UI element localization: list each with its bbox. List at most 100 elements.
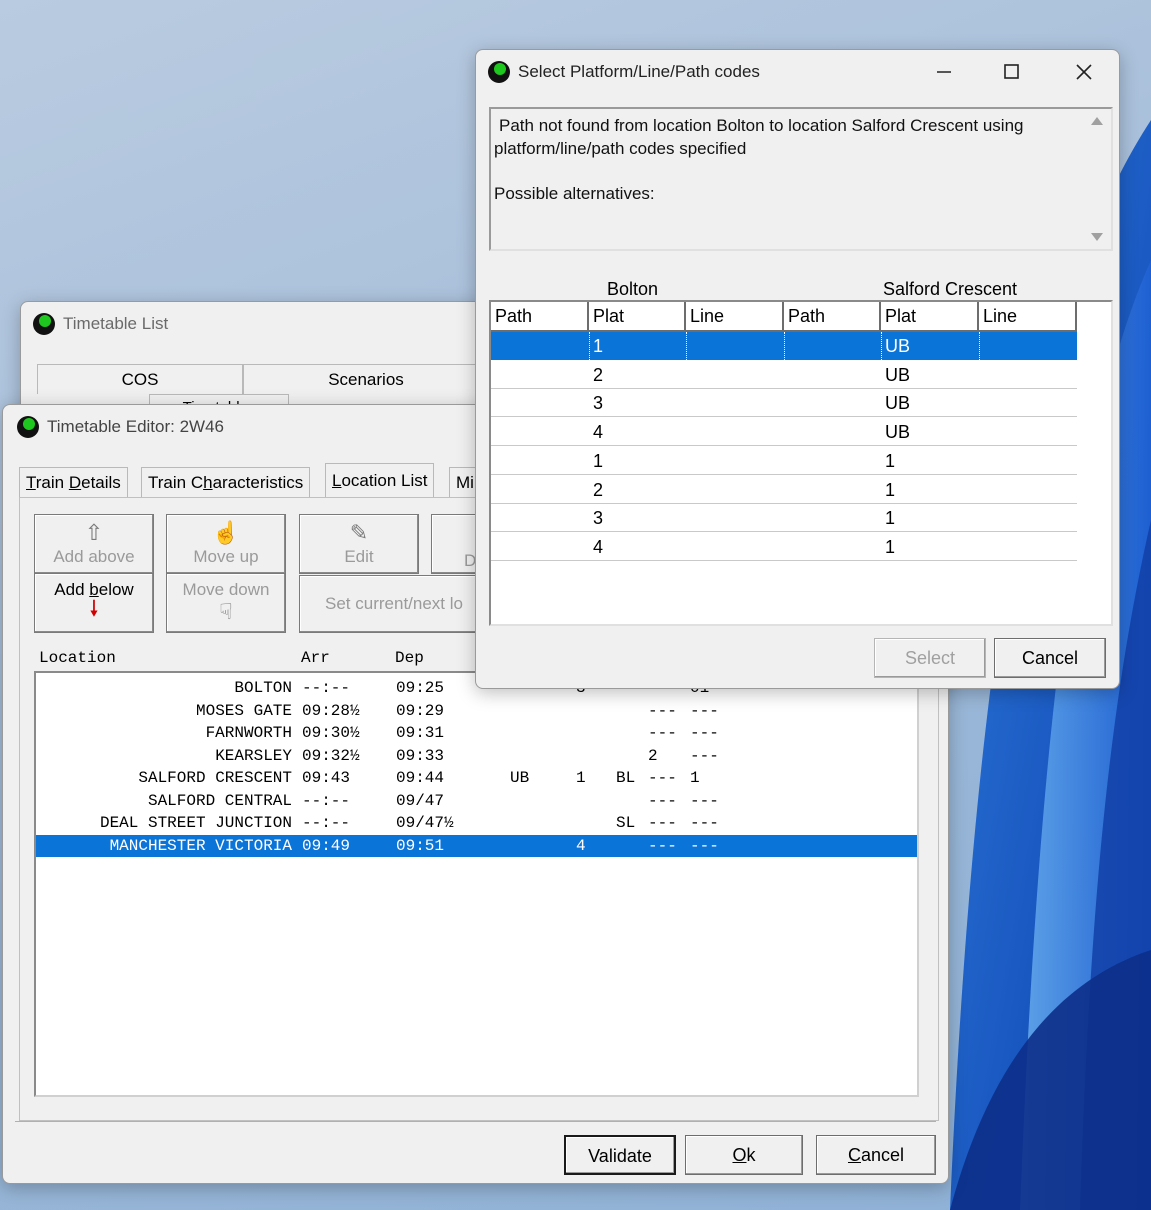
header-arr: Arr [301, 649, 330, 667]
footer-divider [15, 1121, 936, 1122]
alternative-row[interactable]: 11 [491, 447, 1077, 475]
group-header-salford-crescent: Salford Crescent [883, 279, 1018, 299]
location-cell-c3: --- [690, 724, 719, 742]
alternative-cell-rplat: 1 [885, 479, 896, 500]
tab-train-characteristics[interactable]: Train Characteristics [141, 467, 311, 497]
minimize-button[interactable] [914, 50, 974, 94]
location-row[interactable]: DEAL STREET JUNCTION --:-- 09/47½ SL --- --- [36, 812, 917, 834]
tab-scenarios[interactable]: Scenarios [243, 364, 489, 394]
maximize-button[interactable] [982, 50, 1042, 94]
location-cell-arr: 09:43 [302, 769, 351, 787]
location-cell-c3: --- [690, 791, 719, 810]
cancel-button[interactable]: Cancel [994, 638, 1106, 678]
col-header-path[interactable]: Path [491, 302, 589, 330]
location-cell-arr: 09:32½ [302, 746, 360, 765]
selected-cell-divider [589, 332, 590, 360]
location-row[interactable]: MOSES GATE 09:28½ 09:29 --- --- [36, 700, 917, 722]
location-cell-dep: 09:29 [396, 701, 445, 720]
ok-button[interactable]: Ok [685, 1135, 803, 1175]
up-arrow-icon: ⇧ [84, 520, 104, 545]
location-cell-arr: 09:30½ [302, 724, 360, 742]
alternative-row[interactable]: 41 [491, 533, 1077, 561]
alternative-cell-rplat: UB [885, 336, 911, 356]
location-cell-loc: FARNWORTH [205, 724, 292, 742]
location-cell-c2: --- [648, 701, 677, 720]
edit-button[interactable]: ✎ Edit [299, 514, 419, 574]
location-cell-c2: --- [648, 791, 677, 810]
location-cell-dep: 09:51 [396, 836, 445, 855]
location-cell-c2: --- [648, 836, 677, 855]
location-cell-dep: 09:44 [396, 769, 445, 787]
alternatives-grid[interactable]: Path Plat Line Path Plat Line 1 UB 2 UB 3 UB 4… [489, 300, 1113, 626]
col-header-plat[interactable]: Plat [589, 302, 686, 330]
alternative-row[interactable]: 4 UB [491, 418, 1077, 447]
scroll-up-icon[interactable] [1091, 117, 1103, 125]
alternative-cell-rplat: UB [885, 393, 911, 414]
maximize-icon [1004, 64, 1019, 79]
location-cell-c2: --- [648, 769, 677, 787]
location-cell-loc: MANCHESTER VICTORIA [109, 836, 292, 855]
cancel-button[interactable]: Cancel [816, 1135, 936, 1175]
alternative-row[interactable]: 3 UB [491, 389, 1077, 418]
alternative-row[interactable]: 2 UB [491, 361, 1077, 389]
location-cell-c2: 2 [648, 746, 658, 765]
location-cell-dep: 09/47 [396, 791, 445, 810]
col-header-line[interactable]: Line [686, 302, 784, 330]
location-cell-loc: SALFORD CENTRAL [147, 791, 292, 810]
alternative-cell-lplat: 2 [593, 364, 604, 385]
location-row[interactable]: SALFORD CENTRAL --:-- 09/47 --- --- [36, 790, 917, 812]
location-cell-dep: 09:33 [396, 746, 445, 765]
alternative-cell-lplat: 3 [593, 508, 604, 529]
alternative-cell-rplat: UB [885, 422, 911, 443]
location-cell-arr: --:-- [302, 814, 351, 832]
alternative-cell-lplat: 3 [593, 393, 604, 414]
alternative-cell-rplat: 1 [885, 508, 896, 529]
tab-location-list[interactable]: Location List [325, 463, 435, 497]
location-cell-dep: 09:25 [396, 679, 445, 697]
col-header-line[interactable]: Line [979, 302, 1077, 330]
window-title: Timetable Editor: 2W46 [47, 417, 224, 436]
location-cell-loc: SALFORD CRESCENT [138, 769, 292, 787]
location-cell-c3: 1 [690, 769, 700, 787]
location-cell-loc: MOSES GATE [195, 701, 292, 720]
location-cell-arr: 09:28½ [302, 701, 360, 720]
col-header-path[interactable]: Path [784, 302, 881, 330]
location-row[interactable]: FARNWORTH 09:30½ 09:31 --- --- [36, 722, 917, 744]
selected-cell-divider [686, 332, 687, 360]
col-header-plat[interactable]: Plat [881, 302, 979, 330]
location-cell-dep: 09/47½ [396, 814, 454, 832]
selected-cell-divider [979, 332, 980, 360]
selected-cell-divider [784, 332, 785, 360]
location-cell-c2: --- [648, 724, 677, 742]
select-button[interactable]: Select [874, 638, 986, 678]
location-row[interactable]: MANCHESTER VICTORIA 09:49 09:51 4 --- --- [36, 834, 917, 857]
location-list[interactable]: BOLTON--:--09:25301MOSES GATE09:28½09:29… [34, 671, 919, 1097]
app-icon [17, 416, 39, 438]
hand-down-icon: ☟ [219, 599, 233, 624]
move-down-button[interactable]: Move down ☟ [166, 573, 286, 633]
alternative-row[interactable]: 31 [491, 504, 1077, 533]
add-above-button[interactable]: ⇧ Add above [34, 514, 154, 574]
location-row[interactable]: KEARSLEY 09:32½ 09:33 2 --- [36, 745, 917, 767]
location-row[interactable]: SALFORD CRESCENT 09:43 09:44 UB 1 BL --- 1 [36, 767, 917, 789]
tab-train-details[interactable]: Train Details [19, 467, 128, 497]
scroll-down-icon[interactable] [1091, 233, 1103, 241]
alternative-cell-lplat: 1 [593, 336, 604, 356]
move-up-button[interactable]: ☝ Move up [166, 514, 286, 574]
message-line-1: Path not found from location Bolton to l… [499, 116, 1024, 135]
select-codes-dialog: Select Platform/Line/Path codes Path not… [475, 49, 1120, 689]
close-button[interactable] [1054, 50, 1114, 94]
header-location: Location [39, 649, 116, 667]
validate-button[interactable]: Validate [564, 1135, 676, 1175]
timetable-list-titlebar[interactable]: Timetable List [21, 302, 501, 346]
location-cell-arr: --:-- [302, 679, 351, 697]
location-cell-c2: --- [648, 814, 677, 832]
alternative-cell-lplat: 4 [593, 422, 604, 443]
location-cell-plat: UB [510, 769, 530, 787]
alternative-row[interactable]: 1 UB [491, 332, 1077, 360]
add-below-button[interactable]: Add below 🠗 [34, 573, 154, 633]
set-current-next-button[interactable]: Set current/next lo [299, 575, 489, 633]
tab-cos[interactable]: COS [37, 364, 243, 394]
alternative-row[interactable]: 21 [491, 476, 1077, 504]
location-cell-c3: --- [690, 836, 719, 855]
